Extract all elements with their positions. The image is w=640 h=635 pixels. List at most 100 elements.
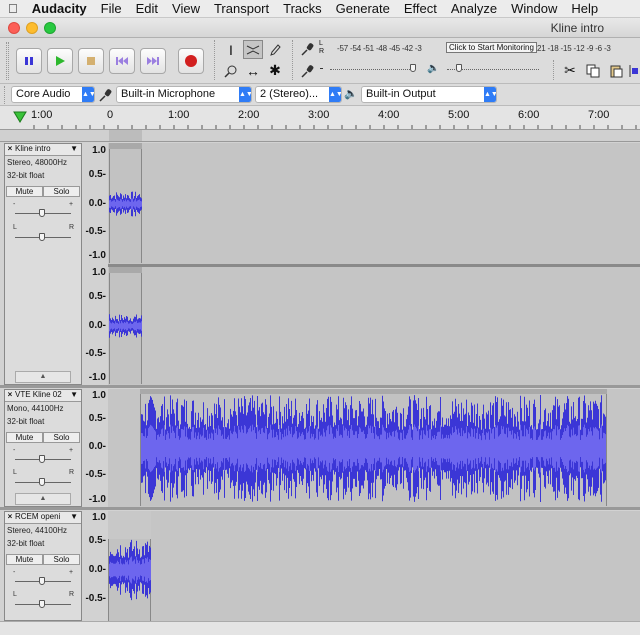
menu-help[interactable]: Help	[571, 1, 598, 16]
track-2-vertical-scale[interactable]: 1.0 0.5- 0.0- -0.5- -1.0	[84, 389, 108, 507]
skip-to-end-button[interactable]	[140, 48, 166, 74]
recording-channels-value: 2 (Stereo)...	[260, 88, 319, 100]
scale-label: -1.0	[88, 494, 106, 505]
edit-toolbar-grip[interactable]	[553, 60, 556, 80]
play-button[interactable]	[47, 48, 73, 74]
track-name-menu[interactable]: × Kline intro ▼	[5, 144, 81, 156]
mute-button[interactable]: Mute	[6, 432, 43, 443]
device-toolbar-grip[interactable]	[4, 86, 7, 104]
zoom-window-button[interactable]	[44, 22, 56, 34]
clip-title-bar[interactable]	[140, 389, 607, 394]
solo-button[interactable]: Solo	[43, 554, 80, 565]
solo-button[interactable]: Solo	[43, 432, 80, 443]
menu-edit[interactable]: Edit	[136, 1, 158, 16]
minimize-window-button[interactable]	[26, 22, 38, 34]
scale-label: 0.5-	[88, 169, 106, 180]
zoom-tool[interactable]	[221, 61, 241, 80]
track-3-vertical-scale[interactable]: 1.0 0.5- 0.0- -0.5-	[84, 511, 108, 621]
record-button[interactable]	[178, 48, 204, 74]
app-menu[interactable]: Audacity	[32, 1, 87, 16]
mute-button[interactable]: Mute	[6, 554, 43, 565]
track-3-wave-area[interactable]	[108, 511, 640, 621]
apple-icon[interactable]: 	[8, 1, 18, 16]
envelope-tool[interactable]	[243, 40, 263, 59]
time-shift-tool[interactable]: ↔	[243, 61, 263, 80]
horizontal-scrollbar[interactable]	[0, 621, 640, 635]
scale-label: 1.0	[92, 145, 106, 156]
window-title-bar: Kline intro	[0, 18, 640, 38]
meter-grip[interactable]	[292, 40, 295, 80]
pan-slider-knob[interactable]	[39, 600, 45, 608]
chevron-updown-icon: ▲▼	[239, 87, 251, 102]
track-separator[interactable]	[0, 385, 640, 388]
menu-tracks[interactable]: Tracks	[283, 1, 322, 16]
pencil-icon	[270, 43, 281, 56]
menu-generate[interactable]: Generate	[336, 1, 390, 16]
recording-volume-icon	[301, 65, 314, 78]
audio-host-select[interactable]: Core Audio ▲▼	[11, 86, 95, 103]
track-format: Stereo, 44100Hz	[7, 526, 68, 535]
timeline-ruler[interactable]: 1:00 0 1:00 2:00 3:00 4:00 5:00 6:00 7:0…	[0, 106, 640, 130]
scale-label: 0.0-	[88, 198, 106, 209]
menu-window[interactable]: Window	[511, 1, 557, 16]
close-track-icon[interactable]: ×	[5, 390, 15, 399]
gain-slider-knob[interactable]	[39, 209, 45, 217]
trim-button[interactable]	[627, 61, 640, 80]
mute-button[interactable]: Mute	[6, 186, 43, 197]
multi-tool[interactable]: ✱	[265, 61, 285, 80]
recording-volume-slider[interactable]	[330, 69, 412, 70]
draw-tool[interactable]	[265, 40, 285, 59]
menu-transport[interactable]: Transport	[214, 1, 269, 16]
gain-slider-knob[interactable]	[39, 577, 45, 585]
menu-effect[interactable]: Effect	[404, 1, 437, 16]
scale-label: -0.5-	[85, 226, 106, 237]
gain-minus: -	[13, 201, 16, 208]
pan-right-label: R	[69, 224, 75, 231]
pan-right-label: R	[69, 591, 75, 598]
toolbar-grip[interactable]	[6, 42, 9, 80]
ruler-scrub-strip[interactable]	[0, 130, 640, 142]
solo-button[interactable]: Solo	[43, 186, 80, 197]
scale-label: 1.0	[92, 390, 106, 401]
playback-device-select[interactable]: Built-in Output ▲▼	[361, 86, 497, 103]
close-track-icon[interactable]: ×	[5, 512, 15, 521]
tools-grip[interactable]	[214, 40, 217, 80]
clip-title-bar[interactable]	[109, 267, 142, 273]
track-separator[interactable]	[0, 507, 640, 510]
cut-button[interactable]: ✂	[560, 61, 580, 80]
gain-plus: +	[69, 569, 74, 576]
recording-device-select[interactable]: Built-in Microphone ▲▼	[116, 86, 252, 103]
chevron-updown-icon: ▲▼	[329, 87, 341, 102]
pan-slider-knob[interactable]	[39, 233, 45, 241]
playback-volume-knob[interactable]	[456, 64, 462, 72]
menu-view[interactable]: View	[172, 1, 200, 16]
copy-icon	[586, 64, 600, 77]
menu-analyze[interactable]: Analyze	[451, 1, 497, 16]
stop-button[interactable]	[78, 48, 104, 74]
paste-button[interactable]	[606, 61, 626, 80]
copy-button[interactable]	[583, 61, 603, 80]
clip-title-bar[interactable]	[109, 143, 142, 149]
track-1-vertical-scale[interactable]: 1.0 0.5- 0.0- -0.5- -1.0 1.0 0.5- 0.0- -…	[84, 143, 108, 385]
clip-title-bar[interactable]	[108, 511, 151, 539]
menu-file[interactable]: File	[101, 1, 122, 16]
track-name-menu[interactable]: × VTE Kline 02 ▼	[5, 390, 81, 402]
recording-channels-select[interactable]: 2 (Stereo)... ▲▼	[255, 86, 342, 103]
waveform	[141, 395, 606, 502]
scale-label: 0.5-	[88, 413, 106, 424]
skip-to-start-button[interactable]	[109, 48, 135, 74]
close-window-button[interactable]	[8, 22, 20, 34]
pause-button[interactable]	[16, 48, 42, 74]
collapse-track-button[interactable]: ▲	[15, 493, 71, 505]
close-track-icon[interactable]: ×	[5, 144, 15, 153]
pan-slider-knob[interactable]	[39, 478, 45, 486]
selection-tool[interactable]: I	[221, 40, 241, 59]
gain-slider-knob[interactable]	[39, 455, 45, 463]
selection-region-indicator	[109, 130, 142, 141]
scale-label: 1.0	[92, 512, 106, 523]
track-name-menu[interactable]: × RCEM openi ▼	[5, 512, 81, 524]
recording-volume-knob[interactable]	[410, 64, 416, 72]
start-monitoring-button[interactable]: Click to Start Monitoring	[446, 42, 537, 53]
chevron-updown-icon: ▲▼	[82, 87, 94, 102]
collapse-track-button[interactable]: ▲	[15, 371, 71, 383]
